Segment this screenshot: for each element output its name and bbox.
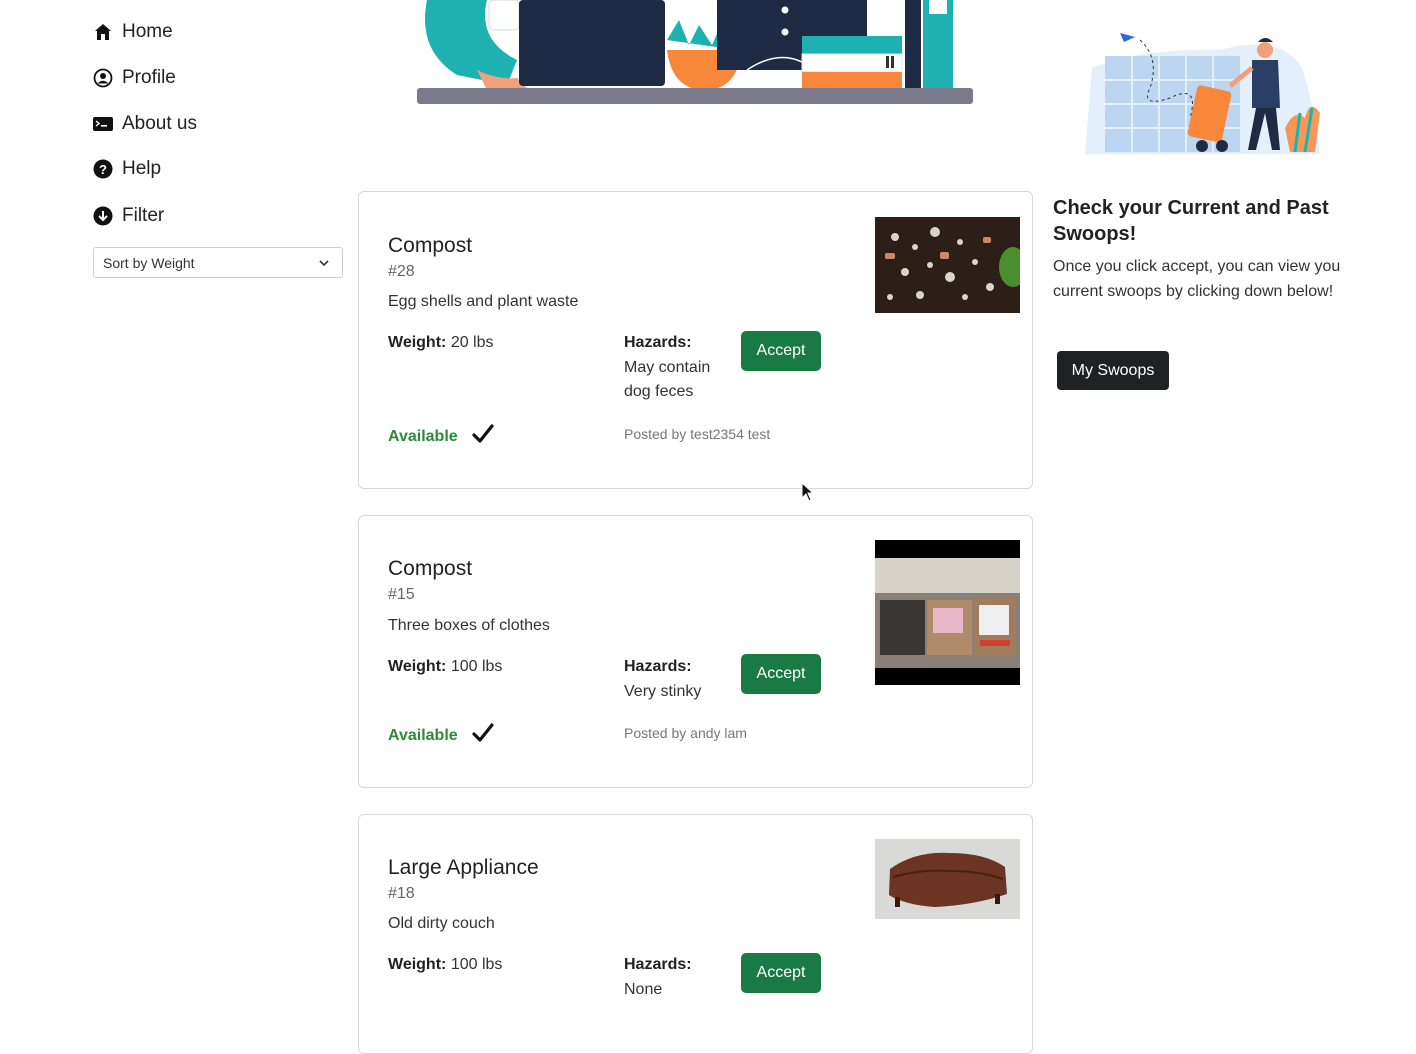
availability-label: Available — [388, 427, 458, 445]
listing-title: Compost — [388, 234, 473, 257]
checkmark-icon — [472, 424, 494, 449]
swoops-heading: Check your Current and Past Swoops! — [1053, 197, 1329, 245]
user-circle-icon — [93, 68, 113, 88]
listing-number: #15 — [388, 586, 415, 603]
listing-title: Large Appliance — [388, 856, 539, 879]
listing-number: #18 — [388, 885, 415, 902]
hazards-value: None — [624, 981, 663, 998]
availability-label: Available — [388, 726, 458, 744]
weight-label: Weight: — [388, 658, 447, 675]
listing-weight: Weight: 100 lbs — [388, 956, 502, 974]
question-icon: ? — [93, 159, 113, 179]
listing-description: Old dirty couch — [388, 915, 495, 932]
sidebar-item-label: Help — [122, 158, 162, 179]
delivery-illustration — [1085, 33, 1320, 154]
sidebar-item-label: Home — [122, 21, 173, 42]
listing-description: Egg shells and plant waste — [388, 293, 579, 310]
listing-thumbnail[interactable] — [875, 839, 1020, 919]
swoops-description: Once you click accept, you can view you … — [1053, 258, 1341, 300]
listing-weight: Weight: 100 lbs — [388, 658, 502, 676]
listing-weight: Weight: 20 lbs — [388, 334, 494, 352]
weight-label: Weight: — [388, 334, 447, 351]
hazards-value: May contain dog feces — [624, 359, 711, 400]
sort-select[interactable]: Sort by Weight — [93, 247, 343, 278]
accept-button[interactable]: Accept — [741, 331, 821, 371]
mouse-cursor-icon — [801, 482, 815, 502]
sidebar-item-profile[interactable]: Profile — [93, 67, 176, 89]
sort-select-value: Sort by Weight — [103, 254, 195, 271]
listing-thumbnail[interactable] — [875, 217, 1020, 313]
accept-button[interactable]: Accept — [741, 953, 821, 993]
home-icon — [93, 22, 113, 42]
sidebar-item-about[interactable]: About us — [93, 113, 197, 135]
listing-card: Compost #15 Three boxes of clothes Weigh… — [358, 515, 1033, 788]
hazards-value: Very stinky — [624, 683, 702, 700]
availability-status: Available — [388, 723, 494, 748]
sidebar-item-label: Profile — [122, 67, 176, 88]
listing-description: Three boxes of clothes — [388, 617, 550, 634]
sidebar-item-filter[interactable]: Filter — [93, 205, 164, 227]
terminal-icon — [93, 114, 113, 134]
availability-status: Available — [388, 424, 494, 449]
svg-text:?: ? — [99, 162, 107, 177]
listing-number: #28 — [388, 263, 415, 280]
listing-card: Compost #28 Egg shells and plant waste W… — [358, 191, 1033, 489]
hazards-label: Hazards: — [624, 658, 692, 675]
checkmark-icon — [472, 723, 494, 748]
weight-value: 100 lbs — [450, 658, 503, 675]
hazards-label: Hazards: — [624, 334, 692, 351]
posted-by: Posted by test2354 test — [624, 426, 771, 442]
sidebar-item-home[interactable]: Home — [93, 21, 173, 43]
accept-button[interactable]: Accept — [741, 654, 821, 694]
arrow-down-circle-icon — [93, 206, 113, 226]
listing-card: Large Appliance #18 Old dirty couch Weig… — [358, 814, 1033, 1054]
weight-value: 20 lbs — [450, 334, 494, 351]
listing-title: Compost — [388, 557, 473, 580]
listing-thumbnail[interactable] — [875, 540, 1020, 685]
weight-value: 100 lbs — [450, 956, 503, 973]
posted-by: Posted by andy lam — [624, 725, 747, 741]
hazards-label: Hazards: — [624, 956, 692, 973]
hero-illustration — [417, 0, 973, 104]
chevron-down-icon — [318, 256, 330, 272]
sidebar-item-label: Filter — [122, 205, 165, 226]
sidebar-item-help[interactable]: ? Help — [93, 158, 161, 180]
sidebar-item-label: About us — [122, 113, 197, 134]
weight-label: Weight: — [388, 956, 447, 973]
my-swoops-button[interactable]: My Swoops — [1057, 351, 1169, 390]
